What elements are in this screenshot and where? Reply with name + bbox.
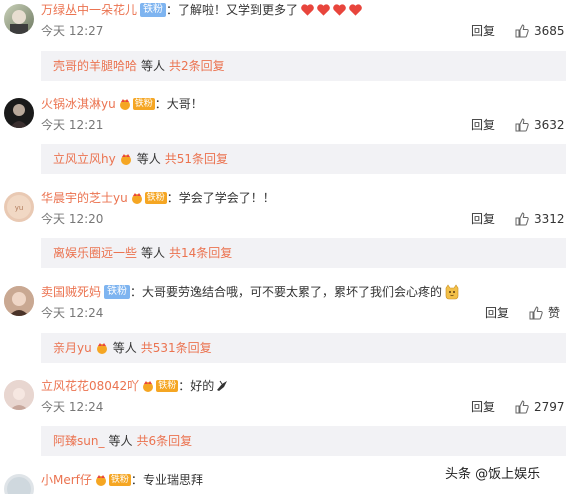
crown-badge-icon: 铁粉 [130,192,167,204]
like-count: 3632 [534,118,565,132]
sub-replies-bar[interactable]: 离娱乐圈远一些 等人 共14条回复 [41,238,566,268]
like-count: 3685 [534,24,565,38]
sub-reply-mid: 等人 [141,246,166,260]
sub-reply-count[interactable]: 共14条回复 [169,238,232,268]
hearts-emoji [300,3,363,17]
like-button[interactable]: 3685 [515,22,565,40]
username-link[interactable]: 小Merf仔 [41,470,92,490]
comment-item: 万绿丛中一朵花儿 铁粉 ： 了解啦！又学到更多了 今天 12:27 回复 368… [0,0,566,84]
comment-text: 好的 [190,379,215,393]
sub-reply-mid: 等人 [108,434,133,448]
sub-reply-user[interactable]: 立风立风hy [53,144,116,174]
avatar[interactable]: yu [4,192,34,222]
fan-badge: 铁粉 [140,3,167,17]
sub-reply-count[interactable]: 共531条回复 [141,333,212,363]
sub-replies-bar[interactable]: 立风立风hy 等人 共51条回复 [41,144,566,174]
cat-emoji-icon [445,284,459,300]
fan-badge: 铁粉 [108,474,131,486]
like-count: 2797 [534,400,565,414]
comment-text: 学会了学会了！！ [178,191,275,205]
watermark: 头条 @饭上娱乐 [445,467,541,482]
username-link[interactable]: 立风花花08042吖 [41,376,139,396]
fan-badge: 铁粉 [144,192,167,204]
colon: ： [166,3,179,17]
sub-reply-count[interactable]: 共6条回复 [136,426,192,456]
crown-badge-icon: 铁粉 [118,98,155,110]
comment-text: 专业瑞思拜 [142,473,203,487]
heart-icon [301,4,314,16]
sub-reply-user[interactable]: 壳哥的羊腿哈哈 [53,51,137,81]
thumb-up-icon [529,306,543,320]
sub-replies-bar[interactable]: 壳哥的羊腿哈哈 等人 共2条回复 [41,51,566,81]
fan-badge: 铁粉 [156,380,179,392]
comment-time: 今天 12:20 [41,212,104,226]
comment-text: 大哥要劳逸结合哦，可不要太累了，累坏了我们会心疼的 [142,285,443,299]
reply-button[interactable]: 回复 [471,398,495,416]
like-button[interactable]: 赞 [529,304,560,322]
heart-icon [333,4,346,16]
svg-text:yu: yu [15,204,24,212]
fan-badge: 铁粉 [132,98,155,110]
sub-reply-user[interactable]: 离娱乐圈远一些 [53,238,137,268]
thumb-up-icon [515,118,529,132]
sub-reply-mid: 等人 [112,341,137,355]
colon: ： [154,97,167,111]
avatar[interactable] [4,98,34,128]
crown-badge-icon: 铁粉 [94,474,131,486]
comment-item: 卖国贼死妈 铁粉 ： 大哥要劳逸结合哦，可不要太累了，累坏了我们会心疼的 今天 … [0,282,566,366]
colon: ： [130,285,143,299]
like-count: 赞 [548,306,561,320]
avatar[interactable] [4,286,34,316]
reply-button[interactable]: 回复 [471,22,495,40]
sub-reply-mid: 等人 [136,152,161,166]
bird-emoji-icon [217,380,228,391]
reply-button[interactable]: 回复 [471,116,495,134]
heart-icon [317,4,330,16]
username-link[interactable]: 火锅冰淇淋yu [41,94,116,114]
sub-replies-bar[interactable]: 阿臻sun_ 等人 共6条回复 [41,426,566,456]
colon: ： [166,191,179,205]
thumb-up-icon [515,24,529,38]
colon: ： [178,379,191,393]
sub-reply-user[interactable]: 亲月yu [53,333,92,363]
comment-text: 了解啦！又学到更多了 [178,3,299,17]
username-link[interactable]: 华晨宇的芝士yu [41,188,128,208]
comment-item: 火锅冰淇淋yu 铁粉 ： 大哥！ 今天 12:21 回复 3632 立风立风hy… [0,94,566,178]
username-link[interactable]: 万绿丛中一朵花儿 [41,0,137,20]
sub-replies-bar[interactable]: 亲月yu 等人 共531条回复 [41,333,566,363]
thumb-up-icon [515,212,529,226]
reply-button[interactable]: 回复 [485,304,509,322]
crown-badge-icon [119,153,133,165]
comment-item: yu 华晨宇的芝士yu 铁粉 ： 学会了学会了！！ 今天 12:20 回复 33… [0,188,566,272]
username-link[interactable]: 卖国贼死妈 [41,282,101,302]
sub-reply-count[interactable]: 共51条回复 [165,144,228,174]
like-count: 3312 [534,212,565,226]
like-button[interactable]: 3632 [515,116,565,134]
sub-reply-mid: 等人 [141,59,166,73]
avatar[interactable] [4,380,34,410]
sub-reply-count[interactable]: 共2条回复 [169,51,225,81]
like-button[interactable]: 3312 [515,210,565,228]
comment-time: 今天 12:27 [41,24,104,38]
avatar[interactable] [4,474,34,494]
comment-text: 大哥！ [166,97,203,111]
reply-button[interactable]: 回复 [471,210,495,228]
comment-time: 今天 12:24 [41,400,104,414]
like-button[interactable]: 2797 [515,398,565,416]
sub-reply-user[interactable]: 阿臻sun_ [53,426,104,456]
comment-time: 今天 12:24 [41,306,104,320]
comment-time: 今天 12:21 [41,118,104,132]
heart-icon [349,4,362,16]
thumb-up-icon [515,400,529,414]
avatar[interactable] [4,4,34,34]
fan-badge: 铁粉 [104,285,131,299]
comment-item: 立风花花08042吖 铁粉 ： 好的 今天 12:24 回复 2797 阿臻su… [0,376,566,460]
colon: ： [130,473,143,487]
crown-badge-icon: 铁粉 [141,380,179,392]
crown-badge-icon [95,342,109,354]
